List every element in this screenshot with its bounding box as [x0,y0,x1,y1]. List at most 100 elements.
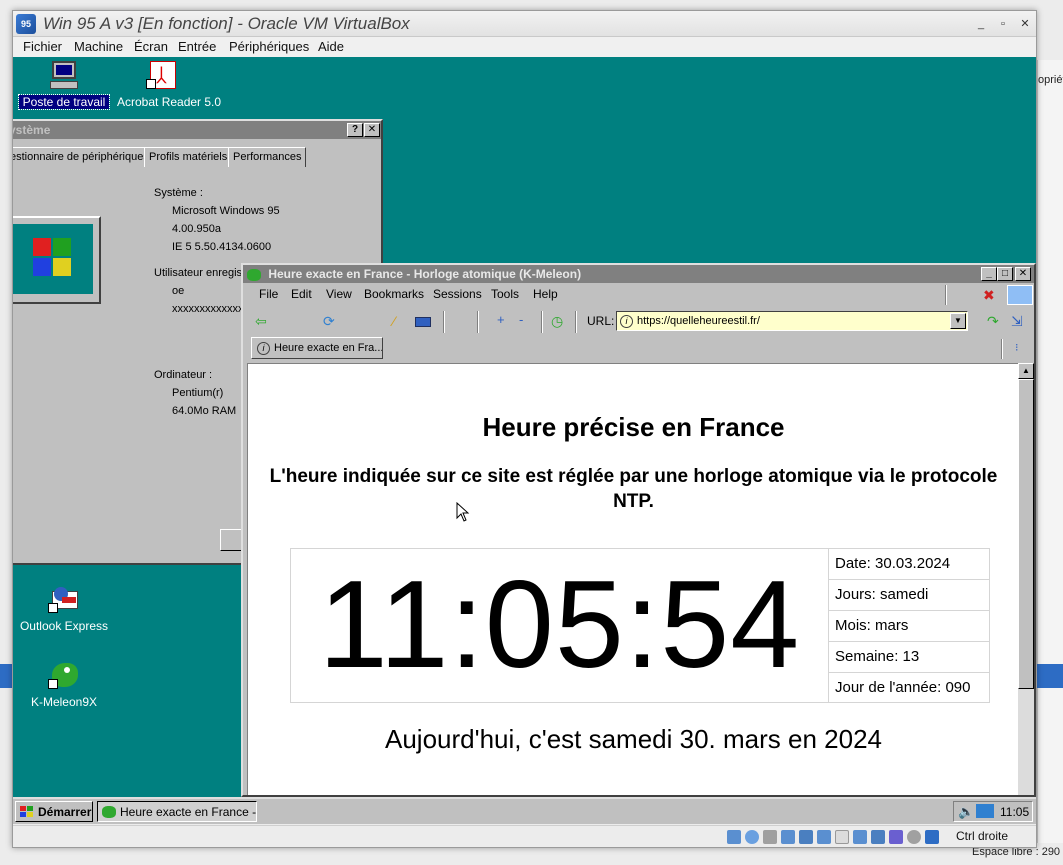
taskbar: Démarrer Heure exacte en France - ... 🔈 … [13,797,1036,824]
my-computer-icon [48,59,80,91]
info-day: Jours: samedi [829,580,989,611]
windows-logo-icon [20,806,34,818]
menu-bookmarks[interactable]: Bookmarks [364,287,424,301]
bookmark-icon[interactable]: ⇲ [1011,313,1023,330]
zoom-in-button[interactable]: + [497,312,505,327]
keyboard-capture-icon[interactable] [925,830,939,844]
start-button[interactable]: Démarrer [15,801,93,822]
system-tray: 🔈 11:05 [953,801,1033,822]
restore-icon[interactable]: ▫ [995,16,1011,32]
vbox-menu-entree[interactable]: Entrée [178,39,216,54]
toolbar-separator [945,285,947,305]
url-value: https://quelleheureestil.fr/ [637,315,760,327]
guest-screen[interactable]: Poste de travail ᛸ ↗ Acrobat Reader 5.0 … [13,57,1036,824]
vbox-menu-machine[interactable]: Machine [74,39,123,54]
display-icon[interactable] [853,830,867,844]
toolbar-separator [1001,339,1003,359]
taskbar-button-kmeleon[interactable]: Heure exacte en France - ... [97,801,257,822]
menu-help[interactable]: Help [533,287,558,301]
outlook-express-icon: ↗ [48,583,80,615]
tray-clock[interactable]: 11:05 [1000,805,1029,819]
os-version: 4.00.950a [172,223,221,235]
zoom-out-button[interactable]: - [519,312,523,327]
shared-folders-icon[interactable] [835,830,849,844]
usb-icon[interactable] [817,830,831,844]
close-icon[interactable]: ✕ [364,123,380,137]
vbox-menubar: Fichier Machine Écran Entrée Périphériqu… [13,37,1036,57]
vbox-titlebar[interactable]: 95 Win 95 A v3 [En fonction] - Oracle VM… [13,11,1036,37]
windows-logo-blue [33,258,51,276]
recording-icon[interactable] [871,830,885,844]
network-icon[interactable] [976,804,994,818]
vbox-menu-peripheriques[interactable]: Périphériques [229,39,309,54]
scroll-up-arrow-icon[interactable]: ▲ [1018,363,1034,379]
menu-view[interactable]: View [326,287,352,301]
vbox-menu-fichier[interactable]: Fichier [23,39,62,54]
vertical-scrollbar[interactable]: ▲ [1018,363,1034,795]
menu-sessions[interactable]: Sessions [433,287,482,301]
scroll-thumb[interactable] [1018,379,1034,689]
menu-file[interactable]: File [259,287,278,301]
user-name: oe [172,285,185,297]
mouse-integration-icon[interactable] [907,830,921,844]
print-icon[interactable] [415,317,431,327]
throbber-icon [1007,285,1033,305]
info-month: Mois: mars [829,611,989,642]
floppy-icon[interactable] [763,830,777,844]
page-content[interactable]: Heure précise en France L'heure indiquée… [247,363,1018,795]
desktop-icon-acrobat[interactable]: ᛸ ↗ Acrobat Reader 5.0 [117,59,221,109]
optical-drive-icon[interactable] [727,830,741,844]
url-dropdown-button[interactable]: ▼ [950,313,966,329]
tab-performance[interactable]: Performances [228,147,307,167]
home-icon[interactable]: ◷ [551,313,563,330]
menu-edit[interactable]: Edit [291,287,312,301]
kmeleon-icon [102,806,116,818]
desktop-icon-kmeleon[interactable]: ↗ K-Meleon9X [19,659,109,709]
vt-x-icon[interactable] [889,830,903,844]
windows-logo-green [53,238,71,256]
reload-icon[interactable]: ⟳ [323,313,335,330]
vbox-window-title: Win 95 A v3 [En fonction] - Oracle VM Vi… [43,14,410,33]
edit-icon[interactable]: ⁄ [393,313,395,329]
desktop-icon-my-computer[interactable]: Poste de travail [18,59,110,110]
go-icon[interactable]: ↷ [987,313,999,330]
tab-hardware-profiles[interactable]: Profils matériels [144,147,233,167]
help-icon[interactable]: ? [347,123,363,137]
kmeleon-window[interactable]: Heure exacte en France - Horloge atomiqu… [241,263,1036,797]
stop-icon[interactable]: ✖ [983,287,995,304]
close-icon[interactable]: ✕ [1017,16,1033,32]
speaker-icon[interactable]: 🔈 [958,804,974,820]
page-subheading: L'heure indiquée sur ce site est réglée … [269,466,998,512]
system-window-titlebar[interactable]: ystème ? ✕ [13,121,381,139]
virtualbox-logo-icon: 95 [16,14,36,34]
browser-titlebar[interactable]: Heure exacte en France - Horloge atomiqu… [243,265,1034,283]
system-label: Système : [154,187,203,199]
vbox-menu-ecran[interactable]: Écran [134,39,168,54]
desktop-icon-outlook-express[interactable]: ↗ Outlook Express [19,583,109,633]
maximize-icon[interactable]: □ [997,267,1013,281]
minimize-icon[interactable]: _ [973,16,989,32]
tab-device-manager[interactable]: estionnaire de périphériques [13,147,154,167]
host-key-label: Ctrl droite [956,829,1009,843]
host-selection-bar [1037,664,1063,688]
url-input[interactable]: i https://quelleheureestil.fr/ [616,311,968,331]
desktop-icon-label: Outlook Express [19,619,109,633]
close-icon[interactable]: ✕ [1015,267,1031,281]
start-label: Démarrer [38,805,92,819]
network-icon[interactable] [799,830,813,844]
tab-label: Heure exacte en Fra... [274,342,383,354]
menu-tools[interactable]: Tools [491,287,519,301]
toolbar-separator [443,311,445,333]
tab-list-icon[interactable]: ⁝ [1015,341,1019,354]
back-icon[interactable]: ⇦ [255,313,267,330]
url-label: URL: [587,314,615,328]
audio-icon[interactable] [781,830,795,844]
clock-table: 11:05:54 Date: 30.03.2024 Jours: samedi … [290,548,990,703]
cd-icon[interactable] [745,830,759,844]
browser-tab[interactable]: i Heure exacte en Fra... [251,337,383,359]
page-heading: Heure précise en France [482,412,785,442]
os-name: Microsoft Windows 95 [172,205,280,217]
minimize-icon[interactable]: _ [981,267,997,281]
clock-display: 11:05:54 [318,556,801,694]
vbox-menu-aide[interactable]: Aide [318,39,344,54]
